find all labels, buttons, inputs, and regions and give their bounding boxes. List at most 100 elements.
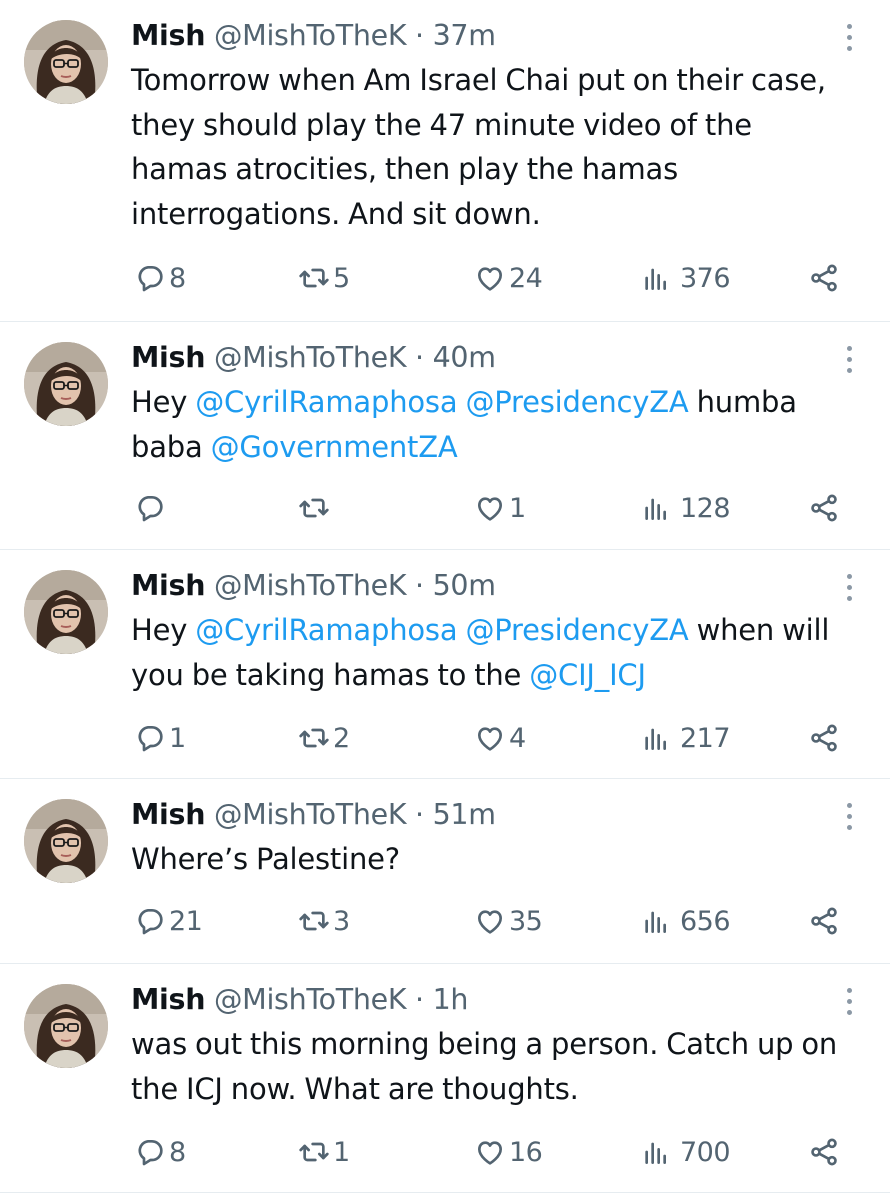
tweet[interactable]: Mish @MishToTheK · 1h was out this morni… bbox=[0, 964, 890, 1193]
view-count: 376 bbox=[680, 262, 731, 294]
tweet-header: Mish @MishToTheK · 51m bbox=[131, 793, 840, 837]
view-count: 217 bbox=[680, 722, 731, 754]
header-separator: · bbox=[415, 983, 424, 1016]
mention-link[interactable]: @CyrilRamaphosa bbox=[195, 613, 457, 647]
display-name[interactable]: Mish bbox=[131, 341, 205, 374]
tweet-text: Hey @CyrilRamaphosa @PresidencyZA humba … bbox=[131, 385, 797, 464]
retweet-button[interactable]: 2 bbox=[298, 718, 350, 758]
like-count: 24 bbox=[509, 262, 543, 294]
mention-link[interactable]: @CyrilRamaphosa bbox=[195, 385, 457, 419]
display-name[interactable]: Mish bbox=[131, 569, 205, 602]
share-button[interactable] bbox=[808, 901, 840, 941]
tweet[interactable]: Mish @MishToTheK · 37m Tomorrow when Am … bbox=[0, 0, 890, 322]
more-options-icon[interactable] bbox=[846, 803, 852, 833]
user-handle[interactable]: @MishToTheK bbox=[214, 983, 407, 1016]
heart-icon bbox=[474, 905, 506, 937]
retweet-count: 1 bbox=[333, 1136, 350, 1168]
avatar[interactable] bbox=[24, 20, 108, 104]
like-button[interactable]: 35 bbox=[474, 901, 543, 941]
views-button[interactable]: 656 bbox=[640, 901, 731, 941]
views-button[interactable]: 217 bbox=[640, 718, 731, 758]
action-bar: 1 128 bbox=[0, 488, 890, 528]
reply-icon bbox=[134, 905, 166, 937]
like-button[interactable]: 16 bbox=[474, 1132, 543, 1172]
share-button[interactable] bbox=[808, 488, 840, 528]
reply-icon bbox=[134, 1136, 166, 1168]
mention-link[interactable]: @PresidencyZA bbox=[465, 613, 688, 647]
views-button[interactable]: 376 bbox=[640, 258, 731, 298]
user-handle[interactable]: @MishToTheK bbox=[214, 798, 407, 831]
timestamp[interactable]: 1h bbox=[433, 983, 469, 1016]
views-icon bbox=[640, 262, 672, 294]
reply-button[interactable]: 8 bbox=[134, 258, 186, 298]
timestamp[interactable]: 37m bbox=[433, 19, 496, 52]
header-separator: · bbox=[415, 798, 424, 831]
reply-icon bbox=[134, 492, 166, 524]
share-button[interactable] bbox=[808, 1132, 840, 1172]
timestamp[interactable]: 40m bbox=[433, 341, 496, 374]
reply-count: 8 bbox=[169, 1136, 186, 1168]
reply-button[interactable]: 8 bbox=[134, 1132, 186, 1172]
reply-count: 21 bbox=[169, 905, 203, 937]
retweet-icon bbox=[298, 722, 330, 754]
tweet-content: Mish @MishToTheK · 51m Where’s Palestine… bbox=[131, 793, 840, 882]
display-name[interactable]: Mish bbox=[131, 983, 205, 1016]
avatar[interactable] bbox=[24, 342, 108, 426]
tweet-header: Mish @MishToTheK · 37m bbox=[131, 14, 840, 58]
mention-link[interactable]: @PresidencyZA bbox=[465, 385, 688, 419]
display-name[interactable]: Mish bbox=[131, 798, 205, 831]
heart-icon bbox=[474, 1136, 506, 1168]
views-icon bbox=[640, 722, 672, 754]
avatar[interactable] bbox=[24, 984, 108, 1068]
views-icon bbox=[640, 492, 672, 524]
user-handle[interactable]: @MishToTheK bbox=[214, 569, 407, 602]
like-button[interactable]: 4 bbox=[474, 718, 526, 758]
mention-link[interactable]: @CIJ_ICJ bbox=[529, 658, 646, 692]
retweet-button[interactable] bbox=[298, 488, 333, 528]
share-icon bbox=[808, 492, 840, 524]
like-count: 16 bbox=[509, 1136, 543, 1168]
mention-link[interactable]: @GovernmentZA bbox=[211, 430, 458, 464]
user-handle[interactable]: @MishToTheK bbox=[214, 19, 407, 52]
like-button[interactable]: 1 bbox=[474, 488, 526, 528]
more-options-icon[interactable] bbox=[846, 24, 852, 54]
display-name[interactable]: Mish bbox=[131, 19, 205, 52]
reply-button[interactable] bbox=[134, 488, 169, 528]
share-button[interactable] bbox=[808, 718, 840, 758]
like-button[interactable]: 24 bbox=[474, 258, 543, 298]
more-options-icon[interactable] bbox=[846, 574, 852, 604]
header-separator: · bbox=[415, 569, 424, 602]
user-handle[interactable]: @MishToTheK bbox=[214, 341, 407, 374]
tweet-header: Mish @MishToTheK · 50m bbox=[131, 564, 840, 608]
timestamp[interactable]: 50m bbox=[433, 569, 496, 602]
share-button[interactable] bbox=[808, 258, 840, 298]
header-separator: · bbox=[415, 341, 424, 374]
tweet-content: Mish @MishToTheK · 37m Tomorrow when Am … bbox=[131, 14, 840, 236]
retweet-button[interactable]: 5 bbox=[298, 258, 350, 298]
tweet[interactable]: Mish @MishToTheK · 50m Hey @CyrilRamapho… bbox=[0, 550, 890, 779]
avatar[interactable] bbox=[24, 799, 108, 883]
share-icon bbox=[808, 722, 840, 754]
view-count: 128 bbox=[680, 492, 731, 524]
retweet-icon bbox=[298, 262, 330, 294]
tweet[interactable]: Mish @MishToTheK · 51m Where’s Palestine… bbox=[0, 779, 890, 964]
retweet-count: 2 bbox=[333, 722, 350, 754]
action-bar: 8 1 16 700 bbox=[0, 1132, 890, 1172]
more-options-icon[interactable] bbox=[846, 988, 852, 1018]
tweet-text: was out this morning being a person. Cat… bbox=[131, 1027, 838, 1106]
tweet-text: Hey @CyrilRamaphosa @PresidencyZA when w… bbox=[131, 613, 830, 692]
more-options-icon[interactable] bbox=[846, 346, 852, 376]
retweet-icon bbox=[298, 1136, 330, 1168]
retweet-button[interactable]: 1 bbox=[298, 1132, 350, 1172]
reply-button[interactable]: 21 bbox=[134, 901, 203, 941]
tweet-content: Mish @MishToTheK · 40m Hey @CyrilRamapho… bbox=[131, 336, 840, 469]
avatar[interactable] bbox=[24, 570, 108, 654]
reply-button[interactable]: 1 bbox=[134, 718, 186, 758]
views-button[interactable]: 128 bbox=[640, 488, 731, 528]
views-button[interactable]: 700 bbox=[640, 1132, 731, 1172]
tweet[interactable]: Mish @MishToTheK · 40m Hey @CyrilRamapho… bbox=[0, 322, 890, 550]
like-count: 35 bbox=[509, 905, 543, 937]
retweet-button[interactable]: 3 bbox=[298, 901, 350, 941]
tweet-header: Mish @MishToTheK · 1h bbox=[131, 978, 840, 1022]
timestamp[interactable]: 51m bbox=[433, 798, 496, 831]
